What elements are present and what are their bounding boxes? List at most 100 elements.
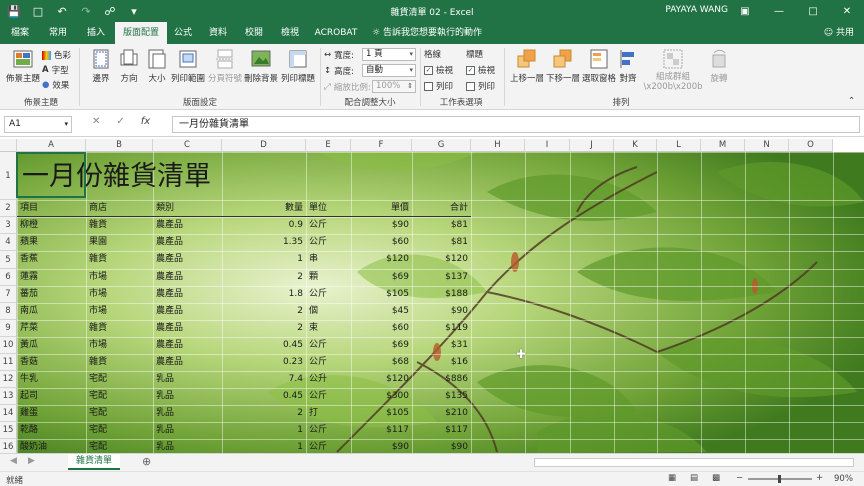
cancel-icon[interactable]: ✕ xyxy=(92,116,100,127)
tab-insert[interactable]: 插入 xyxy=(78,22,114,44)
name-box[interactable]: A1 ▾ xyxy=(4,116,72,133)
table-cell[interactable]: 顆 xyxy=(309,269,318,285)
insert-function-icon[interactable]: fx xyxy=(141,116,150,127)
column-header[interactable]: O xyxy=(789,139,833,152)
table-cell[interactable]: $60 xyxy=(351,234,409,250)
tab-formulas[interactable]: 公式 xyxy=(168,22,198,44)
table-cell[interactable]: 1.8 xyxy=(222,286,303,302)
table-cell[interactable]: 公斤 xyxy=(309,422,327,438)
table-cell[interactable]: 公斤 xyxy=(309,217,327,233)
table-cell[interactable]: 1 xyxy=(222,251,303,267)
table-cell[interactable]: 雜貨 xyxy=(89,320,107,336)
table-cell[interactable]: $117 xyxy=(412,422,468,438)
user-name[interactable]: PAYAYA WANG xyxy=(665,5,728,15)
table-cell[interactable]: $886 xyxy=(412,371,468,387)
row-header[interactable]: 11 xyxy=(0,354,17,371)
table-cell[interactable]: 1 xyxy=(222,422,303,438)
formula-input[interactable]: 一月份雜貨清單 xyxy=(172,116,860,133)
table-cell[interactable]: 農產品 xyxy=(156,354,183,370)
table-cell[interactable]: 宅配 xyxy=(89,388,107,404)
rotate-button[interactable]: 旋轉 xyxy=(704,48,734,84)
breaks-button[interactable]: 分頁符號 xyxy=(207,48,243,84)
height-select[interactable]: 自動 ▾ xyxy=(362,64,416,77)
size-button[interactable]: 大小 xyxy=(140,48,174,84)
themes-button[interactable]: 佈景主題 xyxy=(6,48,40,84)
close-icon[interactable]: ✕ xyxy=(830,0,864,22)
collapse-ribbon-icon[interactable]: ⌃ xyxy=(848,96,855,106)
row-header[interactable]: 5 xyxy=(0,251,17,269)
table-cell[interactable]: $81 xyxy=(412,234,468,250)
zoom-out-icon[interactable]: − xyxy=(736,473,743,483)
table-cell[interactable]: 市場 xyxy=(89,269,107,285)
table-cell[interactable]: 市場 xyxy=(89,286,107,302)
table-cell[interactable]: 農產品 xyxy=(156,234,183,250)
ribbon-options-icon[interactable]: ▣ xyxy=(728,0,762,22)
maximize-icon[interactable]: □ xyxy=(796,0,830,22)
table-cell[interactable]: $16 xyxy=(412,354,468,370)
headings-view-checkbox[interactable]: ✓ 檢視 xyxy=(466,64,495,76)
table-cell[interactable]: 黃瓜 xyxy=(20,337,38,353)
table-cell[interactable]: 柳橙 xyxy=(20,217,38,233)
column-header[interactable]: D xyxy=(222,139,306,152)
bring-forward-button[interactable]: 上移一層 xyxy=(508,48,546,84)
row-header[interactable]: 7 xyxy=(0,286,17,303)
table-cell[interactable]: 公升 xyxy=(309,371,327,387)
table-cell[interactable]: $68 xyxy=(351,354,409,370)
header-cell-item[interactable]: 項目 xyxy=(20,200,38,216)
table-cell[interactable]: 牛乳 xyxy=(20,371,38,387)
table-cell[interactable]: 7.4 xyxy=(222,371,303,387)
table-cell[interactable]: $69 xyxy=(351,337,409,353)
header-cell-unit[interactable]: 單位 xyxy=(309,200,327,216)
column-header[interactable]: J xyxy=(570,139,614,152)
tab-data[interactable]: 資料 xyxy=(202,22,234,44)
table-cell[interactable]: 束 xyxy=(309,320,318,336)
table-cell[interactable]: 雜貨 xyxy=(89,217,107,233)
tab-acrobat[interactable]: ACROBAT xyxy=(312,22,360,44)
width-select[interactable]: 1 頁 ▾ xyxy=(362,48,416,61)
table-cell[interactable]: 市場 xyxy=(89,337,107,353)
header-cell-category[interactable]: 類別 xyxy=(156,200,174,216)
normal-view-icon[interactable]: ▦ xyxy=(668,473,676,483)
select-all-corner[interactable] xyxy=(0,139,17,152)
tell-me-search[interactable]: ☼ 告訴我您想要執行的動作 xyxy=(372,22,482,44)
header-cell-qty[interactable]: 數量 xyxy=(222,200,303,216)
table-cell[interactable]: $81 xyxy=(412,217,468,233)
column-header[interactable]: E xyxy=(306,139,351,152)
table-cell[interactable]: 宅配 xyxy=(89,371,107,387)
table-cell[interactable]: $45 xyxy=(351,303,409,319)
table-cell[interactable]: $300 xyxy=(351,388,409,404)
table-cell[interactable]: 乳品 xyxy=(156,422,174,438)
table-cell[interactable]: 公斤 xyxy=(309,337,327,353)
row-header[interactable]: 3 xyxy=(0,217,17,234)
tab-view[interactable]: 檢視 xyxy=(274,22,306,44)
table-cell[interactable]: 農產品 xyxy=(156,337,183,353)
send-backward-button[interactable]: 下移一層 xyxy=(544,48,582,84)
table-cell[interactable]: 0.45 xyxy=(222,337,303,353)
table-cell[interactable]: $69 xyxy=(351,269,409,285)
table-cell[interactable]: 打 xyxy=(309,405,318,421)
effects-button[interactable]: ● 效果 xyxy=(42,79,69,91)
table-cell[interactable]: 蓮霧 xyxy=(20,269,38,285)
table-cell[interactable]: 串 xyxy=(309,251,318,267)
row-header[interactable]: 4 xyxy=(0,234,17,251)
table-cell[interactable]: $210 xyxy=(412,405,468,421)
tab-review[interactable]: 校閱 xyxy=(238,22,270,44)
column-header[interactable]: M xyxy=(701,139,745,152)
table-cell[interactable]: $137 xyxy=(412,269,468,285)
table-cell[interactable]: 宅配 xyxy=(89,405,107,421)
zoom-slider[interactable] xyxy=(748,475,812,483)
headings-print-checkbox[interactable]: 列印 xyxy=(466,80,495,92)
table-cell[interactable]: 公斤 xyxy=(309,354,327,370)
table-cell[interactable]: $135 xyxy=(412,388,468,404)
row-header[interactable]: 6 xyxy=(0,269,17,286)
scroll-left-icon[interactable]: ◀ xyxy=(10,456,17,466)
table-cell[interactable]: 農產品 xyxy=(156,269,183,285)
table-cell[interactable]: 果園 xyxy=(89,234,107,250)
table-cell[interactable]: 乾酪 xyxy=(20,422,38,438)
tab-page-layout[interactable]: 版面配置 xyxy=(115,22,167,44)
scroll-right-icon[interactable]: ▶ xyxy=(28,456,35,466)
print-area-button[interactable]: 列印範圍 xyxy=(170,48,206,84)
row-header[interactable]: 2 xyxy=(0,200,17,217)
table-cell[interactable]: 市場 xyxy=(89,303,107,319)
scale-stepper[interactable]: 100% ⇕ xyxy=(372,80,416,93)
